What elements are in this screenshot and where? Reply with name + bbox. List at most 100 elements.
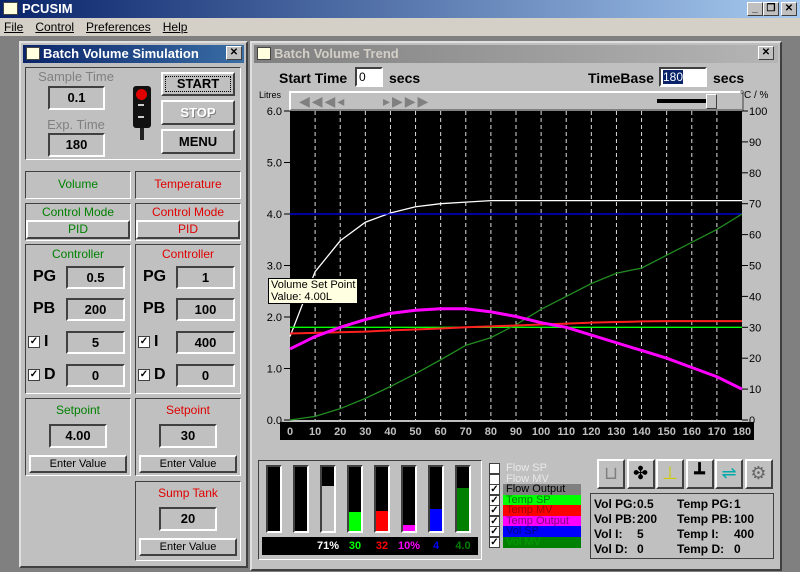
fan-icon[interactable]: ✤ xyxy=(626,459,655,489)
param-label: Vol PG: xyxy=(594,497,637,511)
exp-time-field[interactable]: 180 xyxy=(48,133,105,157)
traffic-light-pole xyxy=(140,128,144,140)
stop-button[interactable]: STOP xyxy=(161,100,235,125)
level-bar xyxy=(401,465,417,533)
temperature-mode-button[interactable]: PID xyxy=(136,220,240,239)
sump-enter-value-button[interactable]: Enter Value xyxy=(139,538,237,556)
temp-i-field[interactable]: 400 xyxy=(176,331,235,354)
legend-checkbox[interactable]: ✓ xyxy=(489,526,500,537)
y2-tick-label: 0 xyxy=(749,415,755,427)
level-bar-value: 10% xyxy=(397,540,421,552)
y-tick-label: 1.0 xyxy=(267,364,282,376)
valve-icon[interactable]: ⊥ xyxy=(656,459,684,489)
param-label: Temp D: xyxy=(677,542,725,556)
temp-d-checkbox[interactable]: ✓ xyxy=(138,369,150,381)
menu-control[interactable]: Control xyxy=(35,20,74,34)
volume-header: Volume xyxy=(57,177,99,191)
level-bar-value: 71% xyxy=(316,540,340,552)
y2-tick-label: 40 xyxy=(749,291,761,303)
temperature-setpoint-label: Setpoint xyxy=(165,403,211,417)
window-icon xyxy=(257,47,271,60)
start-time-label: Start Time xyxy=(279,70,348,86)
start-time-input[interactable]: 0 xyxy=(355,67,383,87)
level-bar-fill xyxy=(457,488,469,531)
param-value: 100 xyxy=(734,512,755,526)
volume-setpoint-field[interactable]: 4.00 xyxy=(49,424,107,448)
vol-pb-field[interactable]: 200 xyxy=(66,298,125,321)
y-tick-label: 4.0 xyxy=(267,209,282,221)
close-trend-button[interactable]: ✕ xyxy=(758,46,774,60)
vol-d-field[interactable]: 0 xyxy=(66,364,125,387)
temp-i-checkbox[interactable]: ✓ xyxy=(138,336,150,348)
y2-tick-label: 30 xyxy=(749,322,761,334)
volume-enter-value-button[interactable]: Enter Value xyxy=(29,455,127,473)
start-button[interactable]: START xyxy=(161,72,235,96)
level-bar-fill xyxy=(376,510,388,531)
legend-checkbox[interactable]: ✓ xyxy=(489,494,500,506)
vol-pg-field[interactable]: 0.5 xyxy=(66,266,125,289)
pump-icon[interactable]: ⚙ xyxy=(744,459,773,489)
param-label: Vol D: xyxy=(594,542,628,556)
level-bar-fill xyxy=(403,524,415,531)
menu-preferences[interactable]: Preferences xyxy=(86,20,151,34)
level-bar-value: 4.0 xyxy=(455,540,471,552)
trend-titlebar: Batch Volume Trend ✕ xyxy=(254,45,778,63)
tank-icon[interactable]: ⊔ xyxy=(597,459,625,489)
param-value: 0 xyxy=(637,542,644,556)
menu-help[interactable]: Help xyxy=(163,20,188,34)
level-bar xyxy=(347,465,363,533)
menu-button[interactable]: MENU xyxy=(161,129,235,154)
vol-d-checkbox[interactable]: ✓ xyxy=(28,369,40,381)
chart-tooltip: Volume Set Point Value: 4.00L xyxy=(268,278,359,304)
x-tick-label: 0 xyxy=(287,426,293,438)
legend-checkbox[interactable]: ✓ xyxy=(489,505,500,516)
legend-checkbox[interactable]: ✓ xyxy=(489,536,500,548)
y2-tick-label: 80 xyxy=(749,168,761,180)
y-tick-label: 3.0 xyxy=(267,261,282,273)
timebase-input[interactable]: 180 xyxy=(659,67,707,87)
level-bar xyxy=(428,465,444,533)
temp-pg-field[interactable]: 1 xyxy=(176,266,235,289)
x-tick-label: 50 xyxy=(409,426,421,438)
temp-d-field[interactable]: 0 xyxy=(176,364,235,387)
menu-bar: File Control Preferences Help xyxy=(0,18,800,36)
temp-pg-label: PG xyxy=(143,268,167,285)
menu-file[interactable]: File xyxy=(4,20,23,34)
volume-mode-button[interactable]: PID xyxy=(26,220,130,239)
level-bar-value: 4 xyxy=(432,540,440,552)
y2-tick-label: 50 xyxy=(749,261,761,273)
x-tick-label: 100 xyxy=(532,426,550,438)
y-axis-label: Litres xyxy=(259,90,282,100)
vol-i-checkbox[interactable]: ✓ xyxy=(28,336,40,348)
app-titlebar: PCUSIM _ ❐ ✕ xyxy=(0,0,800,18)
level-bar-fill xyxy=(430,509,442,531)
legend-checkbox[interactable] xyxy=(489,473,500,485)
pipe-valve-icon[interactable]: ⇌ xyxy=(715,459,743,489)
exp-time-label: Exp. Time xyxy=(47,117,105,132)
close-simulation-button[interactable]: ✕ xyxy=(226,46,242,60)
close-app-button[interactable]: ✕ xyxy=(781,2,797,16)
param-value: 5 xyxy=(637,527,644,541)
app-title: PCUSIM xyxy=(22,1,73,16)
restore-button[interactable]: ❐ xyxy=(763,2,779,16)
mixer-icon[interactable]: ┻ xyxy=(685,459,714,489)
sample-time-field[interactable]: 0.1 xyxy=(48,86,105,110)
temperature-enter-value-button[interactable]: Enter Value xyxy=(139,455,237,473)
tooltip-value: Value: 4.00L xyxy=(271,291,332,303)
vol-i-field[interactable]: 5 xyxy=(66,331,125,354)
minimize-button[interactable]: _ xyxy=(747,2,763,16)
temperature-setpoint-field[interactable]: 30 xyxy=(159,424,217,448)
legend-checkbox[interactable]: ✓ xyxy=(489,515,500,527)
param-value: 0.5 xyxy=(637,497,654,511)
x-tick-label: 120 xyxy=(582,426,600,438)
temp-pb-field[interactable]: 100 xyxy=(176,298,235,321)
y-tick-label: 6.0 xyxy=(267,106,282,118)
legend-checkbox[interactable]: ✓ xyxy=(489,484,500,495)
temperature-mode-label: Control Mode xyxy=(151,205,225,219)
x-tick-label: 40 xyxy=(384,426,396,438)
legend-checkbox[interactable] xyxy=(489,463,500,474)
y2-tick-label: 90 xyxy=(749,137,761,149)
y2-tick-label: 10 xyxy=(749,384,761,396)
sump-tank-field[interactable]: 20 xyxy=(159,507,217,531)
level-bar xyxy=(266,465,282,533)
